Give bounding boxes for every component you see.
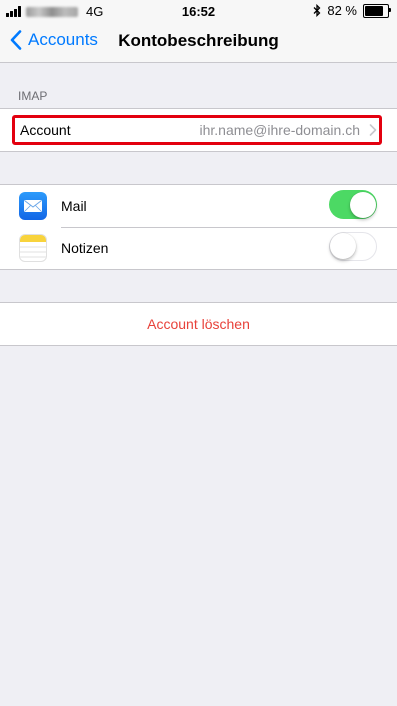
mail-app-icon (19, 192, 47, 220)
navigation-bar: Accounts Kontobeschreibung (0, 22, 397, 63)
apps-group: Mail Notizen (0, 184, 397, 270)
back-button-label: Accounts (28, 30, 98, 49)
mail-toggle[interactable] (329, 190, 377, 219)
notes-label: Notizen (61, 240, 109, 256)
toggle-knob (330, 233, 356, 259)
account-row[interactable]: Account ihr.name@ihre-domain.ch (0, 109, 397, 151)
delete-group: Account löschen (0, 302, 397, 346)
battery-icon (363, 3, 391, 18)
account-group: Account ihr.name@ihre-domain.ch (0, 108, 397, 152)
chevron-right-icon (369, 124, 377, 136)
chevron-left-icon (10, 30, 22, 50)
status-bar: 4G 16:52 82 % (0, 0, 397, 22)
bluetooth-icon (313, 4, 321, 17)
section-header-imap: IMAP (18, 89, 48, 103)
account-email: ihr.name@ihre-domain.ch (199, 122, 360, 138)
toggle-knob (349, 191, 376, 218)
battery-fill (365, 5, 384, 16)
delete-account-button[interactable]: Account löschen (0, 316, 397, 332)
mail-label: Mail (61, 198, 87, 214)
notes-app-icon (19, 234, 47, 262)
account-label: Account (20, 122, 71, 138)
battery-percentage: 82 % (327, 3, 357, 18)
notes-toggle[interactable] (329, 232, 377, 261)
back-button[interactable]: Accounts (10, 30, 98, 50)
status-right: 82 % (313, 3, 391, 18)
mail-row: Mail (0, 185, 397, 227)
notes-row: Notizen (0, 227, 397, 269)
